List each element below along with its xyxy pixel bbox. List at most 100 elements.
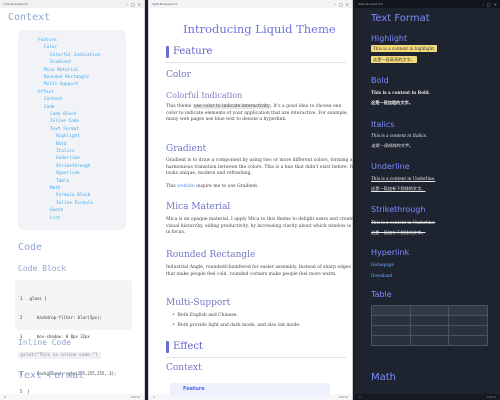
close-icon[interactable]: × [138, 2, 141, 7]
table-cell [409, 315, 450, 326]
table-cell [371, 305, 411, 316]
maximize-icon[interactable]: □ [487, 2, 491, 7]
data-table [371, 305, 488, 346]
underline-example: This is a content in Underline. [371, 176, 436, 181]
window-title: light-Preview.md [152, 2, 177, 6]
close-icon[interactable]: × [346, 2, 349, 7]
toc-item[interactable]: Formula Block [56, 193, 90, 198]
heading-code: Code [18, 242, 43, 253]
maximize-icon[interactable]: □ [131, 2, 135, 7]
toc-item[interactable]: Code [44, 105, 55, 110]
toc-item[interactable]: Feature [38, 38, 57, 43]
highlighted-text: 这是一段高亮的文字。 [371, 56, 417, 63]
home-icon[interactable]: ⌂ [153, 395, 155, 399]
paragraph: This website inspire me to use Gradient. [166, 184, 354, 191]
window-title: dark-Preview.md [358, 2, 383, 6]
toc-item[interactable]: Italics [56, 149, 75, 154]
highlight-example: This is a content in highlight. [371, 45, 438, 52]
text: This [166, 184, 178, 189]
toc-item[interactable]: Highlight [56, 134, 80, 139]
heading-strikethrough: Strikethrough [371, 205, 426, 214]
table-cell [371, 325, 411, 336]
table-row [371, 325, 488, 336]
table-cell [448, 325, 488, 336]
toc-item[interactable]: Colorful Indication [50, 53, 100, 58]
table-cell [448, 335, 488, 346]
table-row [371, 335, 488, 346]
toc-item[interactable]: Bold [56, 142, 67, 147]
heading-underline: Underline [371, 162, 410, 171]
heading-code-block: Code Block [18, 264, 67, 273]
toc-item[interactable]: Gradient [50, 60, 71, 65]
heading-text-format: Text Format [371, 13, 430, 24]
list-item-text: Both English and Chinese. [177, 313, 238, 318]
italic-example: This is a content in Italics. [371, 133, 428, 138]
list-item-text: Both provide light and dark mode, and al… [177, 323, 301, 328]
inline-code: print("This is inline code.") [18, 352, 101, 359]
toc-item[interactable]: Underline [56, 156, 80, 161]
code-line: 2 backdrop-filter: blur(5px); [20, 315, 102, 321]
toc-item[interactable]: Text Format [50, 127, 79, 132]
heading-color: Color [166, 70, 191, 80]
cute-preview-window: cute-Preview.md – □ × Context Feature Col… [0, 0, 145, 400]
toc-item[interactable]: Strikethrough [56, 164, 90, 169]
italic-example-cn: 这是一段倾斜的文字。 [371, 143, 413, 148]
bold-example: This is a content in Bold. [371, 90, 430, 95]
toc-item[interactable]: List [50, 216, 61, 221]
code-line: 1 .glass { [20, 296, 47, 302]
table-cell [448, 305, 488, 316]
heading-colorful-indication: Colorful Indication [166, 91, 243, 100]
list-item: • Both provide light and dark mode, and … [172, 323, 301, 328]
toc-item[interactable]: Context [44, 97, 63, 102]
heading-hyperlink: Hyperlink [371, 248, 410, 257]
toc-item[interactable]: Hyperlink [56, 171, 80, 176]
close-icon[interactable]: × [494, 2, 497, 7]
text: This theme [166, 104, 193, 109]
toc-item[interactable]: Code Block [50, 112, 76, 117]
table-row [371, 315, 488, 326]
title-bar[interactable]: light-Preview.md – □ × [149, 0, 352, 8]
minimize-icon[interactable]: – [482, 2, 484, 7]
word-count[interactable]: 000 ⊟ [487, 395, 496, 399]
heading-mica-material: Mica Material [166, 202, 231, 212]
toc-item[interactable]: Effect [38, 90, 54, 95]
context-item-feature[interactable]: Feature [183, 386, 205, 392]
title-bar[interactable]: cute-Preview.md – □ × [0, 0, 144, 8]
maximize-icon[interactable]: □ [339, 2, 343, 7]
toc-item[interactable]: Math [50, 186, 61, 191]
toc-item[interactable]: Rounded Rectangle [44, 75, 89, 80]
table-cell [409, 325, 450, 336]
heading-table: Table [371, 290, 392, 299]
heading-inline-code: Inline Code [18, 338, 71, 347]
home-icon[interactable]: ⌂ [359, 395, 361, 399]
title-bar[interactable]: dark-Preview.md – □ × [355, 0, 500, 8]
heading-feature: Feature [173, 46, 213, 57]
section-bar [166, 46, 169, 58]
heading-text-format: Text Format [18, 370, 85, 381]
toc-item[interactable]: Quote [50, 208, 63, 213]
toc-item[interactable]: Multi-Support [44, 82, 78, 87]
home-icon[interactable]: ⌂ [4, 395, 6, 399]
toc-item[interactable]: Inline Code [50, 119, 79, 124]
minimize-icon[interactable]: – [334, 2, 336, 7]
text: inspire me to use Gradient. [194, 184, 259, 189]
strikethrough-example: This is a content in Underline. [371, 220, 436, 225]
word-count[interactable]: 000 ⊟ [339, 395, 348, 399]
homepage-link[interactable]: Homepage [371, 262, 394, 267]
word-count[interactable]: 000 ⊟ [131, 395, 140, 399]
paragraph: This theme use color to indicate interac… [166, 104, 354, 124]
code-block: 1 .glass { 2 backdrop-filter: blur(5px);… [15, 280, 132, 394]
table-row [371, 305, 488, 316]
table-cell [371, 335, 411, 346]
window-title: cute-Preview.md [3, 2, 28, 6]
table-cell [409, 305, 450, 316]
list-item: • Both English and Chinese. [172, 313, 238, 318]
toc-item[interactable]: Inline Formula [56, 201, 93, 206]
website-link[interactable]: website [177, 184, 195, 189]
toc-item[interactable]: Color [44, 45, 57, 50]
download-link[interactable]: Download [371, 273, 392, 278]
toc-item[interactable]: Mica Material [44, 68, 78, 73]
toc-item[interactable]: Table [56, 179, 69, 184]
heading-context: Context [8, 12, 51, 23]
minimize-icon[interactable]: – [126, 2, 128, 7]
